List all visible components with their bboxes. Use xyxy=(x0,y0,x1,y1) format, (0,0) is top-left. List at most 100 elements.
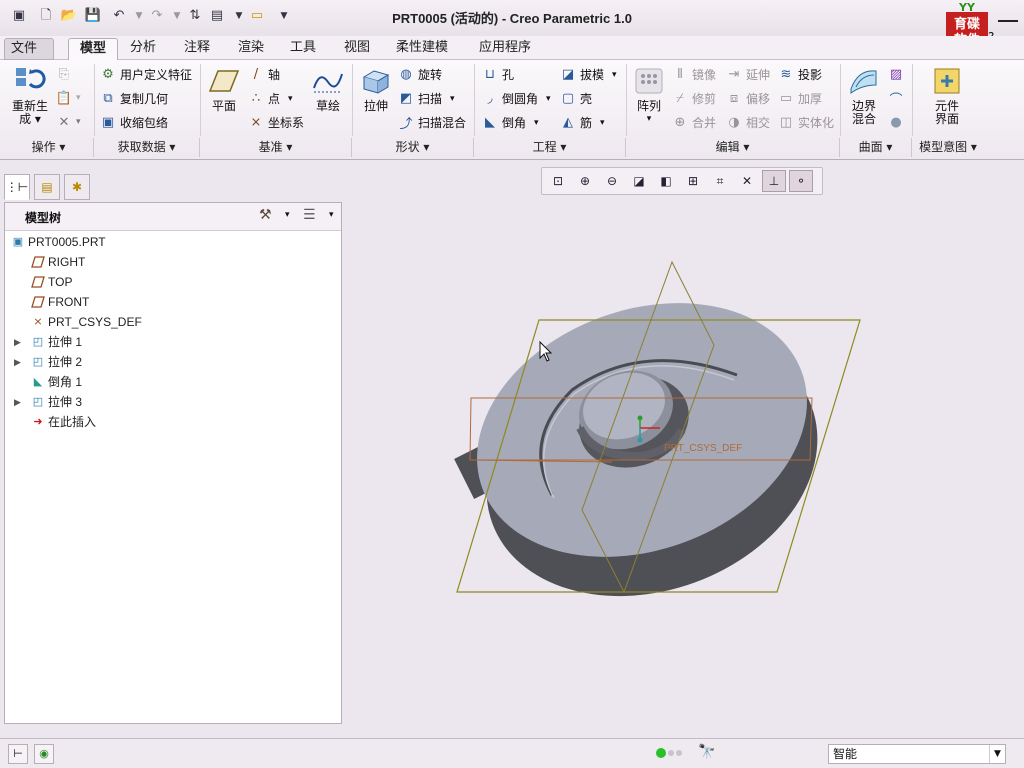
delete-icon: ✕ xyxy=(58,114,70,130)
offset-icon: ⧈ xyxy=(729,91,739,106)
fill-icon: ▨ xyxy=(889,66,903,82)
regenerate-button[interactable]: 重新生 成 ▾ xyxy=(8,66,52,126)
tree-item-top[interactable]: TOP xyxy=(5,272,339,292)
selection-filter-select[interactable]: 智能 ▼ xyxy=(828,744,1006,764)
project-button[interactable]: ≋ 投影 xyxy=(778,66,822,83)
boundary-blend-button[interactable]: 边界 混合 xyxy=(846,66,882,126)
draft-button[interactable]: ◪ 拔模 ▾ xyxy=(560,66,617,83)
plane-button[interactable]: 平面 xyxy=(206,66,242,113)
paste-button[interactable]: 📋 ▾ xyxy=(56,90,81,106)
solidify-button[interactable]: ◫ 实体化 xyxy=(778,114,834,131)
sweep-button[interactable]: ◩ 扫描 ▾ xyxy=(398,90,455,107)
tab-analysis[interactable]: 分析 xyxy=(124,38,162,60)
swept-blend-button[interactable]: ⤴ 扫描混合 xyxy=(398,114,467,132)
pattern-dropdown-icon[interactable]: ▾ xyxy=(632,113,666,126)
tree-item-extrude-2[interactable]: ▶ ◰ 拉伸 2 xyxy=(5,352,339,372)
tree-item-extrude-3[interactable]: ▶ ◰ 拉伸 3 xyxy=(5,392,339,412)
tab-render[interactable]: 渲染 xyxy=(232,38,270,60)
ribbon-tabs: 文件 ▾ 模型 分析 注释 渲染 工具 视图 柔性建模 应用程序 xyxy=(0,36,1024,76)
chamfer-button[interactable]: ◣ 倒角 ▾ xyxy=(482,114,539,131)
tab-file[interactable]: 文件 ▾ xyxy=(4,38,54,76)
group-editing-label: 编辑 xyxy=(715,140,740,154)
freestyle-button[interactable]: ● xyxy=(888,114,908,130)
expand-icon[interactable]: ▶ xyxy=(14,352,24,372)
intersect-label: 相交 xyxy=(746,116,771,130)
show-browser-icon[interactable]: ◉ xyxy=(34,744,54,764)
group-editing[interactable]: 编辑 ▾ xyxy=(626,138,840,157)
boundary-blend-label-2: 混合 xyxy=(851,112,876,126)
tab-tools[interactable]: 工具 xyxy=(284,38,322,60)
hole-button[interactable]: ⊔ 孔 xyxy=(482,66,514,83)
delete-button[interactable]: ✕ ▾ xyxy=(56,114,81,130)
mirror-button[interactable]: ⫴ 镜像 xyxy=(672,66,716,83)
tree-item-chamfer-1[interactable]: ◣ 倒角 1 xyxy=(5,372,339,392)
group-engineering[interactable]: 工程 ▾ xyxy=(474,138,626,157)
revolve-button[interactable]: ◍ 旋转 xyxy=(398,66,442,83)
shell-button[interactable]: ▢ 壳 xyxy=(560,90,592,107)
group-shapes[interactable]: 形状 ▾ xyxy=(352,138,474,157)
copy-geometry-button[interactable]: ⧉ 复制几何 xyxy=(100,90,168,107)
offset-button[interactable]: ⧈ 偏移 xyxy=(726,90,770,107)
tree-item-extrude-1[interactable]: ▶ ◰ 拉伸 1 xyxy=(5,332,339,352)
intersect-button[interactable]: ◑ 相交 xyxy=(726,114,770,131)
tree-settings-dropdown-icon[interactable]: ▾ xyxy=(285,210,290,220)
style-button[interactable]: ⌒ xyxy=(888,90,908,108)
tree-item-csys[interactable]: ⨯ PRT_CSYS_DEF xyxy=(5,312,339,332)
window-title: PRT0005 (活动的) - Creo Parametric 1.0 xyxy=(392,11,632,26)
csys-button[interactable]: ⨯ 坐标系 xyxy=(248,114,304,131)
axis-button[interactable]: / 轴 xyxy=(248,66,280,83)
extend-button[interactable]: ⇥ 延伸 xyxy=(726,66,770,83)
copy-button[interactable]: ⎘ xyxy=(56,66,76,82)
folder-browser-tab-icon[interactable]: ▤ xyxy=(34,174,60,200)
model-tree-tab-icon[interactable]: ⋮⊢ xyxy=(4,174,30,200)
user-feature-button[interactable]: ⚙ 用户定义特征 xyxy=(100,66,192,83)
tab-view[interactable]: 视图 xyxy=(338,38,376,60)
tree-item-right[interactable]: RIGHT xyxy=(5,252,339,272)
offset-label: 偏移 xyxy=(746,92,771,106)
logo-leaf: YY xyxy=(959,1,975,14)
group-operations[interactable]: 操作 ▾ xyxy=(4,138,94,157)
point-button[interactable]: ∴ 点 ▾ xyxy=(248,90,293,107)
favorites-tab-icon[interactable]: ✱ xyxy=(64,174,90,200)
thicken-button[interactable]: ▭ 加厚 xyxy=(778,90,822,107)
round-button[interactable]: ◞ 倒圆角 ▾ xyxy=(482,90,550,107)
graphics-window[interactable]: PRT_CSYS_DEF xyxy=(342,160,1024,738)
tree-show-icon[interactable]: ☰ xyxy=(303,207,316,223)
tab-applications[interactable]: 应用程序 xyxy=(473,38,537,60)
swept-blend-label: 扫描混合 xyxy=(418,116,467,130)
extrude-button[interactable]: 拉伸 xyxy=(358,66,394,113)
show-navigator-icon[interactable]: ⊢ xyxy=(8,744,28,764)
group-datum[interactable]: 基准 ▾ xyxy=(200,138,352,157)
csys-label: PRT_CSYS_DEF xyxy=(664,443,742,454)
expand-icon[interactable]: ▶ xyxy=(14,392,24,412)
tree-item-insert-here[interactable]: ➜ 在此插入 xyxy=(5,412,339,432)
trim-button[interactable]: ⌿ 修剪 xyxy=(672,90,716,107)
shrinkwrap-button[interactable]: ▣ 收缩包络 xyxy=(100,114,168,131)
expand-icon[interactable]: ▶ xyxy=(14,332,24,352)
tab-flexible-modeling[interactable]: 柔性建模 xyxy=(390,38,454,60)
group-model-intent[interactable]: 模型意图 ▾ xyxy=(912,138,984,157)
group-surfaces[interactable]: 曲面 ▾ xyxy=(840,138,912,157)
intersect-icon: ◑ xyxy=(728,115,740,130)
mirror-icon: ⫴ xyxy=(677,67,683,82)
rib-button[interactable]: ◭ 筋 ▾ xyxy=(560,114,605,131)
shell-label: 壳 xyxy=(580,92,593,106)
tab-annotate[interactable]: 注释 xyxy=(178,38,216,60)
group-get-data[interactable]: 获取数据 ▾ xyxy=(94,138,200,157)
tree-item-front[interactable]: FRONT xyxy=(5,292,339,312)
tree-settings-icon[interactable]: ⚒ xyxy=(259,207,272,223)
fill-button[interactable]: ▨ xyxy=(888,66,908,82)
tree-item-label: 拉伸 2 xyxy=(48,355,83,369)
group-get-data-label: 获取数据 xyxy=(117,140,166,154)
tree-show-dropdown-icon[interactable]: ▾ xyxy=(329,210,334,220)
find-icon[interactable]: 🔭 xyxy=(698,744,715,760)
minimize-button[interactable] xyxy=(998,8,1018,22)
tab-model[interactable]: 模型 xyxy=(68,38,118,60)
model-view[interactable]: PRT_CSYS_DEF xyxy=(342,160,1024,738)
merge-button[interactable]: ⊕ 合并 xyxy=(672,114,716,131)
tree-item-part[interactable]: ▣ PRT0005.PRT xyxy=(5,232,339,252)
pattern-button[interactable]: 阵列 ▾ xyxy=(632,66,666,126)
shell-icon: ▢ xyxy=(561,91,575,106)
sketch-button[interactable]: 草绘 xyxy=(310,66,346,113)
component-interface-button[interactable]: 元件 界面 xyxy=(926,66,968,126)
